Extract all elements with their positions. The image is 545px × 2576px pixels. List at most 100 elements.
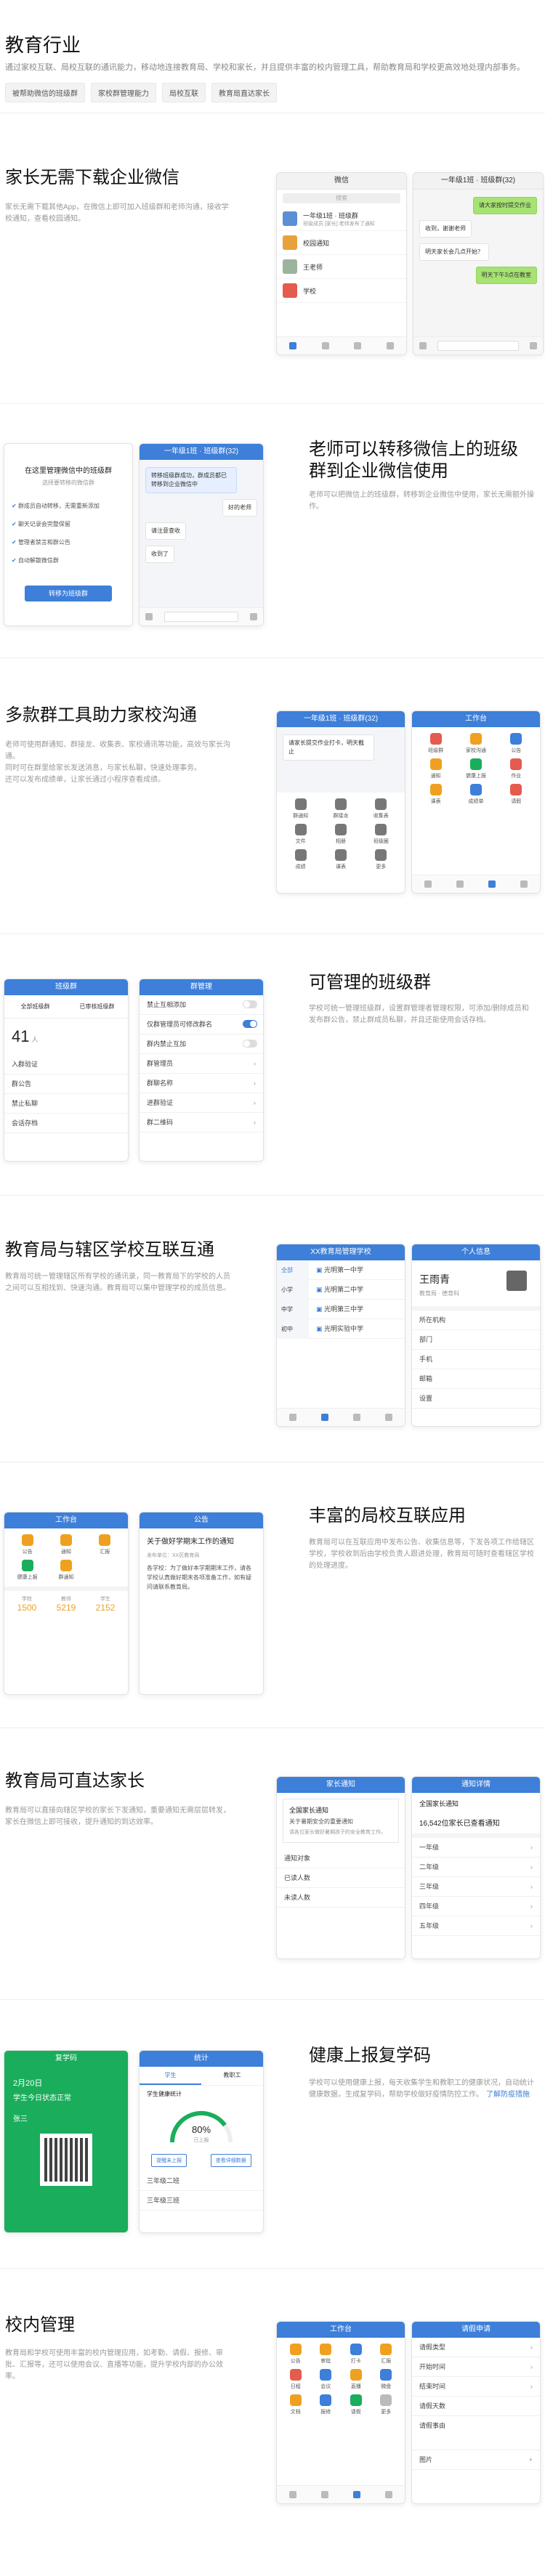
app-item[interactable]: 健康上报 <box>10 1560 44 1581</box>
workbench-tab-icon[interactable] <box>488 880 496 888</box>
profile-row[interactable]: 部门 <box>412 1330 540 1350</box>
app-item[interactable]: 公告 <box>10 1534 44 1555</box>
setting-row[interactable]: 进群验证 › <box>140 1093 263 1113</box>
admin-item[interactable]: 会话存档 <box>4 1114 128 1133</box>
category-item[interactable]: 初中 <box>277 1319 309 1339</box>
me-tab-icon[interactable] <box>385 2491 392 2498</box>
app-item[interactable]: 通知 <box>418 758 453 779</box>
setting-row[interactable]: 群二维码 › <box>140 1113 263 1133</box>
contacts-tab-icon[interactable] <box>456 880 464 888</box>
app-item[interactable]: 审批 <box>313 2344 339 2365</box>
app-item[interactable]: 直播 <box>343 2369 369 2390</box>
learn-more-link[interactable]: 了解防疫措施 <box>486 2091 530 2099</box>
chat-item[interactable]: 王老师 <box>277 255 406 279</box>
app-item[interactable]: 打卡 <box>343 2344 369 2365</box>
app-item[interactable]: 通知 <box>49 1534 83 1555</box>
profile-row[interactable]: 手机 <box>412 1350 540 1369</box>
workbench-tab-icon[interactable] <box>353 2491 360 2498</box>
notice-row[interactable]: 已读人数 <box>277 1868 405 1888</box>
app-item[interactable]: 文档 <box>283 2394 309 2415</box>
setting-row[interactable]: 禁止互相添加 <box>140 995 263 1015</box>
voice-icon[interactable] <box>419 342 427 349</box>
app-item[interactable]: 公告 <box>283 2344 309 2365</box>
profile-row[interactable]: 所在机构 <box>412 1311 540 1330</box>
app-item[interactable]: 健康上报 <box>458 758 493 779</box>
detail-button[interactable]: 查看详细数据 <box>210 2154 251 2167</box>
app-item[interactable]: 作业 <box>498 758 534 779</box>
voice-icon[interactable] <box>145 613 153 620</box>
app-item[interactable]: 请假 <box>343 2394 369 2415</box>
grade-row[interactable]: 五年级 › <box>412 1916 540 1936</box>
grade-row[interactable]: 三年级 › <box>412 1877 540 1897</box>
app-item[interactable]: 会议 <box>313 2369 339 2390</box>
plus-icon[interactable] <box>250 613 257 620</box>
school-item[interactable]: ▣ 光明第三中学 <box>309 1300 405 1319</box>
profile-row[interactable]: 设置 <box>412 1389 540 1409</box>
setting-row[interactable]: 群内禁止互加 <box>140 1034 263 1054</box>
tag[interactable]: 家校群管理能力 <box>91 83 156 102</box>
search-input[interactable]: 搜索 <box>283 193 400 203</box>
chat-item[interactable]: 一年级1班 · 班级群 班级成员 [家长] 老师发布了通知 <box>277 207 406 231</box>
tag[interactable]: 教育局直达家长 <box>211 83 277 102</box>
contacts-tab-icon[interactable] <box>321 342 329 349</box>
form-row[interactable]: 请假类型 › <box>412 2338 540 2357</box>
grade-row[interactable]: 四年级 › <box>412 1897 540 1916</box>
admin-item[interactable]: 入群验证 <box>4 1055 128 1074</box>
message-tab-icon[interactable] <box>289 1414 296 1421</box>
school-item[interactable]: ▣ 光明实验中学 <box>309 1319 405 1339</box>
form-row[interactable]: 请假天数 <box>412 2397 540 2416</box>
grade-row[interactable]: 二年级 › <box>412 1858 540 1877</box>
tool-item[interactable]: 相册 <box>323 824 358 845</box>
form-row[interactable]: 图片 + <box>412 2450 540 2470</box>
school-item[interactable]: ▣ 光明第一中学 <box>309 1260 405 1280</box>
app-item[interactable]: 群通知 <box>49 1560 83 1581</box>
discover-tab-icon[interactable] <box>354 342 362 349</box>
category-item[interactable]: 中学 <box>277 1300 309 1319</box>
app-item[interactable]: 家校沟通 <box>458 733 493 754</box>
app-item[interactable]: 汇报 <box>88 1534 122 1555</box>
admin-item[interactable]: 禁止私聊 <box>4 1094 128 1114</box>
app-item[interactable]: 汇报 <box>374 2344 400 2365</box>
profile-row[interactable]: 邮箱 <box>412 1369 540 1389</box>
me-tab-icon[interactable] <box>385 1414 392 1421</box>
form-row[interactable]: 请假事由 <box>412 2416 540 2450</box>
me-tab-icon[interactable] <box>386 342 394 349</box>
app-item[interactable]: 请假 <box>498 784 534 805</box>
tool-item[interactable]: 群通知 <box>283 798 318 819</box>
setting-row[interactable]: 仅群管理员可修改群名 <box>140 1015 263 1034</box>
message-tab-icon[interactable] <box>424 880 432 888</box>
tag[interactable]: 局校互联 <box>162 83 206 102</box>
grade-row[interactable]: 一年级 › <box>412 1838 540 1858</box>
chat-item[interactable]: 校园通知 <box>277 231 406 255</box>
stat-all-groups[interactable]: 全部班级群 <box>4 995 66 1018</box>
message-tab-icon[interactable] <box>289 2491 296 2498</box>
me-tab-icon[interactable] <box>520 880 528 888</box>
message-input[interactable] <box>164 612 238 622</box>
tool-item[interactable]: 班级圈 <box>363 824 399 845</box>
app-item[interactable]: 成绩单 <box>458 784 493 805</box>
tool-item[interactable]: 文件 <box>283 824 318 845</box>
chat-item[interactable]: 学校 <box>277 279 406 303</box>
app-item[interactable]: 课表 <box>418 784 453 805</box>
app-item[interactable]: 更多 <box>374 2394 400 2415</box>
form-row[interactable]: 开始时间 › <box>412 2357 540 2377</box>
message-input[interactable] <box>437 341 519 351</box>
tab-staff[interactable]: 教职工 <box>201 2067 263 2085</box>
emoji-icon[interactable] <box>530 342 538 349</box>
admin-item[interactable]: 群公告 <box>4 1074 128 1094</box>
toggle-switch[interactable] <box>243 1000 257 1008</box>
app-item[interactable]: 日程 <box>283 2369 309 2390</box>
app-item[interactable]: 报修 <box>313 2394 339 2415</box>
stat-approved-groups[interactable]: 已审核班级群 <box>66 995 128 1018</box>
notice-row[interactable]: 通知对象 <box>277 1849 405 1868</box>
setting-row[interactable]: 群管理员 › <box>140 1054 263 1074</box>
app-item[interactable]: 班级群 <box>418 733 453 754</box>
message-input-bar[interactable] <box>140 607 263 625</box>
school-item[interactable]: ▣ 光明第二中学 <box>309 1280 405 1300</box>
form-row[interactable]: 结束时间 › <box>412 2377 540 2397</box>
contacts-tab-icon[interactable] <box>321 1414 328 1421</box>
transfer-button[interactable]: 转移为班级群 <box>25 586 112 602</box>
message-input-bar[interactable] <box>413 336 543 355</box>
class-row[interactable]: 三年级二班 <box>140 2171 263 2191</box>
setting-row[interactable]: 群聊名称 › <box>140 1074 263 1093</box>
